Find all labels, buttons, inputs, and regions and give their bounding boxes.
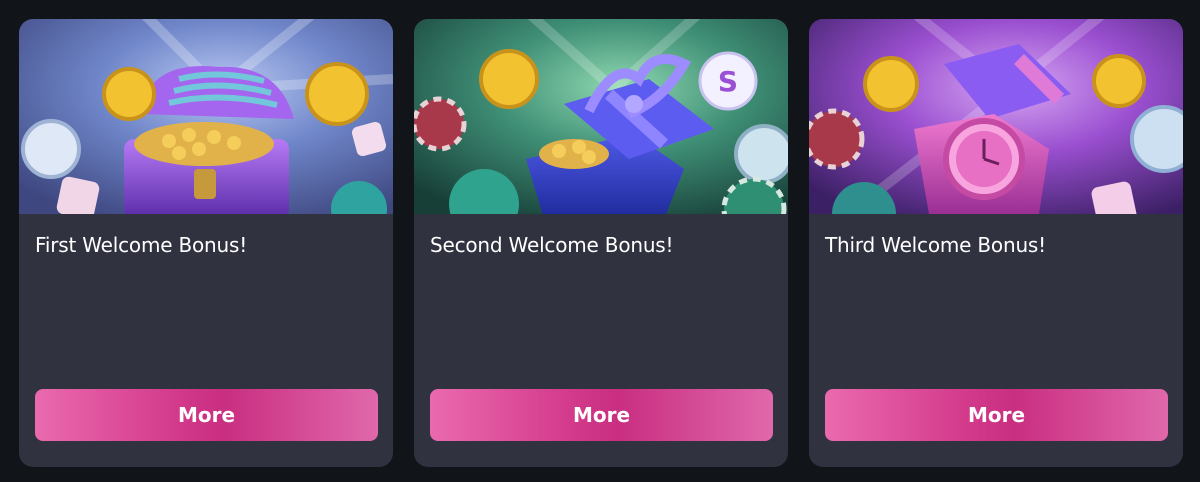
more-button[interactable]: More (35, 389, 378, 441)
card-title: First Welcome Bonus! (35, 233, 248, 257)
card-title: Third Welcome Bonus! (825, 233, 1046, 257)
bonus-card-first: First Welcome Bonus! More (19, 19, 393, 467)
bonus-card-third: Third Welcome Bonus! More (809, 19, 1183, 467)
bonus-cards-row: First Welcome Bonus! More S Second Welco… (19, 19, 1183, 467)
svg-text:S: S (718, 65, 738, 98)
card-title: Second Welcome Bonus! (430, 233, 674, 257)
watch-box-image (809, 19, 1183, 214)
bonus-card-second: S Second Welcome Bonus! More (414, 19, 788, 467)
gift-box-image: S (414, 19, 788, 214)
treasure-chest-image (19, 19, 393, 214)
more-button[interactable]: More (430, 389, 773, 441)
more-button[interactable]: More (825, 389, 1168, 441)
